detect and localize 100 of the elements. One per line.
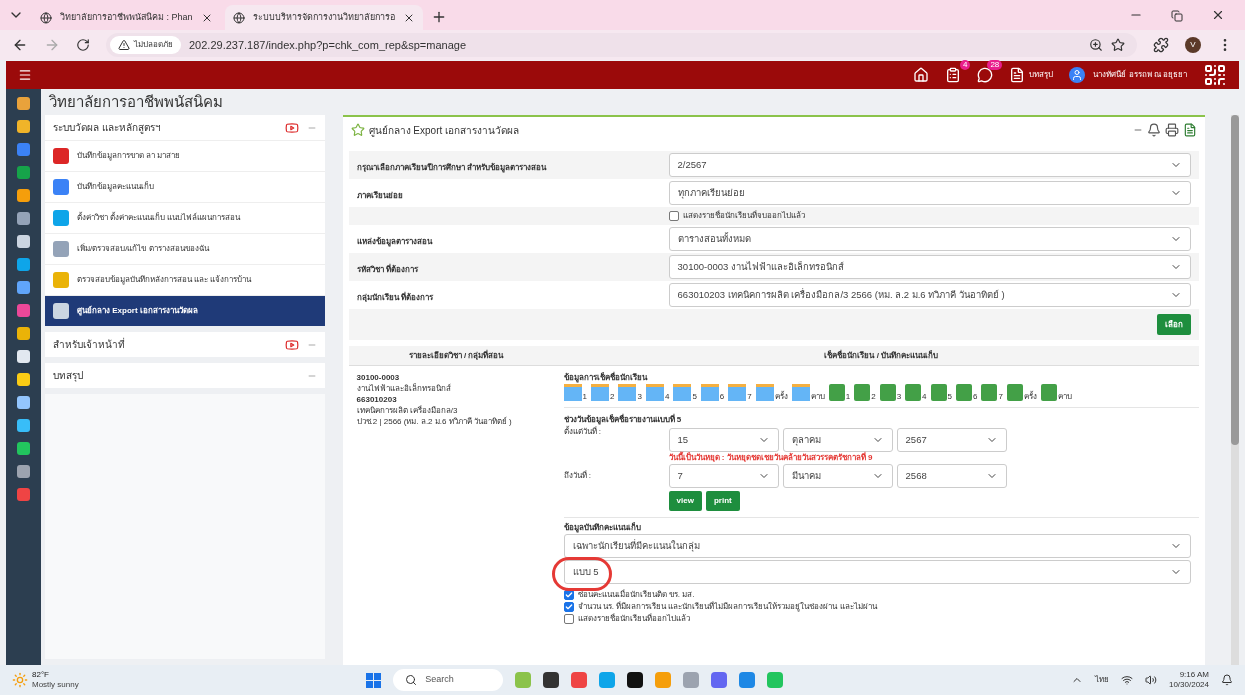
- language-indicator[interactable]: ไทย: [1094, 674, 1109, 686]
- subject-detail: ปวช.2 | 2566 (หม. ล.2 ม.6 ทวิภาคี วันอาทิตย์ ): [356, 416, 513, 427]
- app-icon[interactable]: [17, 327, 30, 340]
- dropdown-field[interactable]: 2567: [896, 428, 1007, 452]
- bell-icon[interactable]: [1147, 123, 1162, 137]
- app-icon[interactable]: [17, 258, 30, 271]
- video-icon[interactable]: [284, 120, 299, 135]
- dropdown-field[interactable]: แบบ 5: [563, 560, 1192, 584]
- checkbox[interactable]: [668, 211, 679, 221]
- address-field[interactable]: ไม่ปลอดภัย 202.29.237.187/index.php?p=chk_com_rep&sp=manage: [106, 33, 1137, 57]
- windows-logo-icon[interactable]: [366, 672, 382, 688]
- qr-code-icon[interactable]: [1203, 63, 1227, 87]
- app-icon[interactable]: [17, 350, 30, 363]
- option-label: จำนวน นร. ที่มีผลการเรียน และนักเรียนที่ไม่มีผลการเรียนให้รวมอยู่ในช่องผ่าน และไม่ผ่าน: [577, 602, 877, 612]
- volume-icon[interactable]: [1144, 674, 1157, 686]
- chat-icon[interactable]: [977, 67, 994, 83]
- section-header[interactable]: ระบบวัดผล และหลักสูตรฯ: [45, 115, 325, 140]
- field-label: กลุ่มนักเรียน ที่ต้องการ: [356, 293, 433, 302]
- holiday-notice: วันนี้เป็นวันหยุด : วันหยุดชดเชยวันคล้ายวันสวรรคตรัชกาลที่ 9: [667, 452, 874, 464]
- field-label: รหัสวิชา ที่ต้องการ: [356, 265, 418, 274]
- sidebar-item[interactable]: บันทึกข้อมูลการขาด ลา มาสาย: [45, 140, 325, 171]
- bookmark-star-icon[interactable]: [1111, 38, 1125, 52]
- globe-icon: [232, 11, 245, 24]
- action-button[interactable]: view: [668, 491, 702, 511]
- dropdown-field[interactable]: 2/2567: [668, 153, 1192, 177]
- checkbox[interactable]: [563, 590, 574, 600]
- menu-icon[interactable]: [18, 68, 32, 82]
- dropdown-field[interactable]: 7: [668, 464, 779, 488]
- section-heading: ช่วงวันข้อมูลเช็คชื่อรายงานแบบที่ 5: [563, 414, 683, 426]
- close-icon[interactable]: [1211, 8, 1225, 22]
- notification-icon[interactable]: [1221, 674, 1233, 686]
- zoom-icon[interactable]: [1089, 38, 1103, 52]
- panel-title: ศูนย์กลาง Export เอกสารงานวัดผล: [368, 123, 520, 138]
- field-label: กรุณาเลือกภาคเรียน/ปีการศึกษา สำหรับข้อมูลตารางสอน: [356, 163, 546, 172]
- sidebar-item[interactable]: บันทึกข้อมูลคะแนนเก็บ: [45, 171, 325, 202]
- home-icon[interactable]: [913, 67, 930, 83]
- warning-icon: [118, 39, 130, 51]
- print-icon[interactable]: [1165, 123, 1180, 137]
- dropdown-field[interactable]: ตุลาคม: [782, 428, 893, 452]
- back-icon[interactable]: [12, 37, 28, 53]
- column-header: เช็คชื่อนักเรียน / บันทึกคะแนนเก็บ: [823, 349, 940, 362]
- reload-icon[interactable]: [76, 38, 90, 52]
- dropdown-field[interactable]: 2568: [896, 464, 1007, 488]
- subject-detail: 30100-0003: [356, 372, 401, 383]
- scrollbar[interactable]: [1231, 115, 1239, 665]
- app-icon[interactable]: [17, 419, 30, 432]
- app-icon[interactable]: [17, 189, 30, 202]
- sidebar-item[interactable]: เพิ่ม/ตรวจสอบ/แก้ไข ตารางสอนของฉัน: [45, 233, 325, 264]
- restore-icon[interactable]: [1171, 10, 1183, 22]
- app-icon[interactable]: [17, 304, 30, 317]
- security-chip[interactable]: ไม่ปลอดภัย: [110, 36, 181, 54]
- app-icon[interactable]: [17, 166, 30, 179]
- item-icon: [53, 303, 69, 319]
- app-icon[interactable]: [17, 396, 30, 409]
- temperature: 82°F: [32, 670, 50, 680]
- taskbar-app-icon[interactable]: [627, 672, 644, 688]
- checkbox[interactable]: [563, 614, 574, 624]
- dropdown-field[interactable]: เฉพาะนักเรียนที่มีคะแนนในกลุ่ม: [563, 534, 1192, 558]
- section-header[interactable]: บทสรุป: [45, 363, 325, 388]
- sidebar-item[interactable]: ตั้งค่าวิชา ตั้งค่าคะแนนเก็บ แนบไฟล์แผนการสอน: [45, 202, 325, 233]
- app-icon[interactable]: [17, 97, 30, 110]
- action-button[interactable]: print: [705, 491, 740, 511]
- app-icon[interactable]: [17, 120, 30, 133]
- app-icon[interactable]: [17, 373, 30, 386]
- dropdown-field[interactable]: ทุกภาคเรียนย่อย: [668, 181, 1192, 205]
- sidebar-item[interactable]: ศูนย์กลาง Export เอกสารงานวัดผล: [45, 295, 325, 326]
- extensions-icon[interactable]: [1153, 37, 1169, 53]
- video-icon[interactable]: [284, 337, 299, 352]
- app-icon[interactable]: [17, 143, 30, 156]
- browser-tab[interactable]: ระบบบริหารจัดการงานวิทยาลัยการอ: [224, 5, 423, 30]
- browser-tab[interactable]: วิทยาลัยการอาชีพพนัสนิคม : Phan: [32, 5, 221, 30]
- app-icon[interactable]: [17, 488, 30, 501]
- dropdown-field[interactable]: 15: [668, 428, 779, 452]
- app-icon[interactable]: [17, 465, 30, 478]
- item-icon: [53, 241, 69, 257]
- app-icon[interactable]: [17, 442, 30, 455]
- weather-text: Mostly sunny: [32, 680, 79, 690]
- app-icon[interactable]: [17, 235, 30, 248]
- clock[interactable]: 9:16 AM 10/30/2024: [1168, 670, 1209, 690]
- choose-button[interactable]: เลือก: [1157, 314, 1192, 335]
- dropdown-field[interactable]: ตารางสอนทั้งหมด: [668, 227, 1192, 251]
- wifi-icon[interactable]: [1120, 674, 1133, 686]
- checkbox[interactable]: [563, 602, 574, 612]
- avatar[interactable]: [1069, 67, 1086, 83]
- column-header: รายละเอียดวิชา / กลุ่มที่สอน: [407, 349, 505, 362]
- taskbar-app-icon[interactable]: [543, 672, 560, 688]
- dropdown-field[interactable]: 663010203 เทคนิคการผลิต เครื่องมือกล/3 2566 (หม. ล.2 ม.6 ทวิภาคี วันอาทิตย์ ): [668, 283, 1192, 307]
- dropdown-field[interactable]: 30100-0003 งานไฟฟ้าและอิเล็กทรอนิกส์: [668, 255, 1192, 279]
- sidebar-item[interactable]: ตรวจสอบข้อมูลบันทึกหลังการสอน และ แจ้งการบ้าน: [45, 264, 325, 295]
- clipboard-icon[interactable]: [945, 67, 962, 83]
- taskbar-search-field[interactable]: Search: [393, 669, 504, 691]
- app-icon[interactable]: [17, 281, 30, 294]
- summary-link[interactable]: บทสรุป: [1009, 67, 1054, 83]
- app-icon[interactable]: [17, 212, 30, 225]
- excel-icon[interactable]: [1183, 123, 1198, 137]
- user-name[interactable]: นางทัศนีย์ อรรถพ ณ อยุธยา: [1093, 69, 1187, 81]
- item-icon: [53, 179, 69, 195]
- dropdown-field[interactable]: มีนาคม: [782, 464, 893, 488]
- profile-avatar[interactable]: V: [1185, 37, 1201, 53]
- section-header[interactable]: สำหรับเจ้าหน้าที่: [45, 332, 325, 357]
